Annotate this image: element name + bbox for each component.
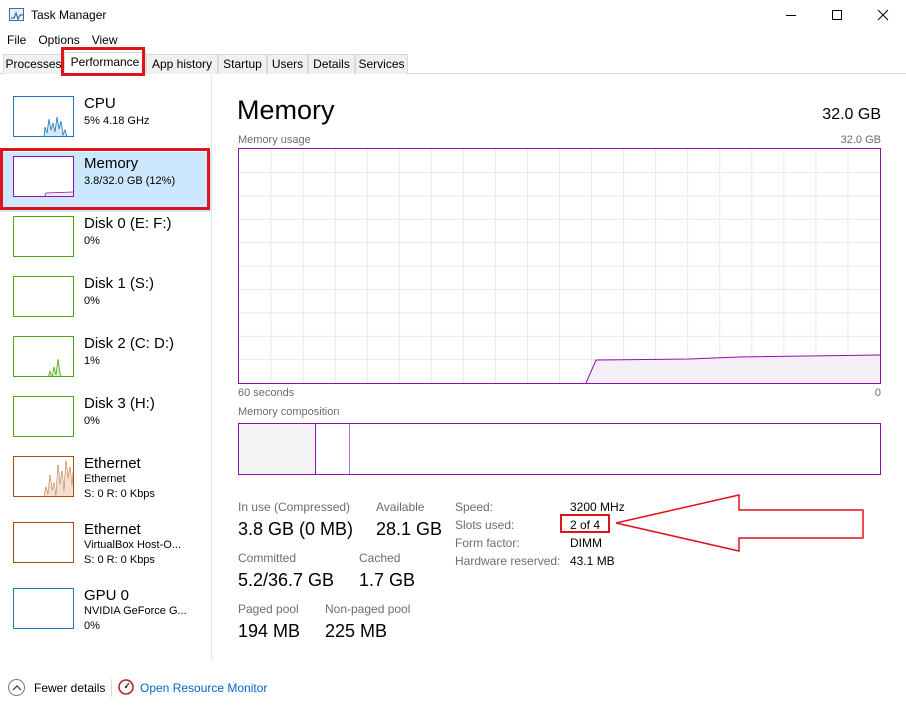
- sidebar-item-label: Ethernet: [84, 455, 141, 472]
- sidebar-item-label: Memory: [84, 155, 139, 172]
- maximize-button[interactable]: [814, 0, 860, 30]
- close-button[interactable]: [860, 0, 906, 30]
- composition-label: Memory composition: [238, 406, 340, 418]
- hardware-reserved-label: Hardware reserved:: [455, 554, 561, 568]
- footer: Fewer details Open Resource Monitor: [0, 676, 906, 700]
- open-resource-monitor-link[interactable]: Open Resource Monitor: [140, 681, 267, 695]
- sidebar-item-disk-0[interactable]: Disk 0 (E: F:) 0%: [0, 212, 211, 272]
- sidebar-item-label: GPU 0: [84, 587, 130, 604]
- maximize-icon: [832, 10, 842, 20]
- form-factor-label: Form factor:: [455, 536, 520, 550]
- sidebar-item-disk-2[interactable]: Disk 2 (C: D:) 1%: [0, 332, 211, 392]
- sidebar-item-disk-3[interactable]: Disk 3 (H:) 0%: [0, 392, 211, 452]
- disk-0-thumbnail: [13, 216, 74, 257]
- menu-bar: File Options View: [0, 30, 906, 50]
- sidebar-item-detail: 0%: [84, 415, 100, 427]
- sidebar-item-detail: Ethernet: [84, 473, 126, 485]
- composition-in-use: [239, 424, 316, 474]
- usage-chart-label: Memory usage: [238, 134, 311, 146]
- memory-total: 32.0 GB: [822, 106, 881, 123]
- sidebar-item-speed: S: 0 R: 0 Kbps: [84, 554, 155, 566]
- usage-chart-max: 32.0 GB: [840, 134, 881, 146]
- paged-pool-value: 194 MB: [238, 621, 301, 641]
- sidebar-item-label: Disk 0 (E: F:): [84, 215, 172, 232]
- available-value: 28.1 GB: [376, 519, 443, 539]
- sidebar-item-cpu[interactable]: CPU 5% 4.18 GHz: [0, 92, 211, 152]
- sidebar-item-detail: NVIDIA GeForce G...: [84, 605, 187, 617]
- footer-divider: [111, 679, 112, 697]
- cached-label: Cached: [359, 551, 401, 565]
- time-axis-end: 0: [874, 387, 881, 399]
- page-title: Memory: [237, 95, 335, 125]
- tab-services[interactable]: Services: [355, 54, 408, 74]
- tab-performance[interactable]: Performance: [64, 52, 146, 75]
- memory-usage-chart: [238, 148, 881, 384]
- sidebar-item-detail: VirtualBox Host-O...: [84, 539, 181, 551]
- ethernet-thumbnail: [13, 456, 74, 497]
- sidebar-item-detail: 0%: [84, 295, 100, 307]
- slots-used-label: Slots used:: [455, 518, 515, 532]
- sidebar-item-detail: 5% 4.18 GHz: [84, 115, 150, 127]
- tab-startup[interactable]: Startup: [218, 54, 267, 74]
- title-bar: Task Manager: [0, 0, 906, 30]
- non-paged-pool-value: 225 MB: [325, 621, 388, 641]
- non-paged-pool-label: Non-paged pool: [325, 602, 411, 616]
- sidebar-item-detail: 0%: [84, 235, 100, 247]
- cached-value: 1.7 GB: [359, 570, 416, 590]
- menu-view[interactable]: View: [86, 30, 124, 50]
- sidebar-item-memory[interactable]: Memory 3.8/32.0 GB (12%): [0, 152, 211, 212]
- speed-label: Speed:: [455, 500, 494, 514]
- gpu-0-thumbnail: [13, 588, 74, 629]
- fewer-details-button[interactable]: Fewer details: [34, 681, 105, 695]
- sidebar-item-speed: S: 0 R: 0 Kbps: [84, 488, 155, 500]
- memory-usage-graph: [239, 149, 880, 383]
- in-use-label: In use (Compressed): [238, 500, 351, 514]
- composition-modified: [316, 424, 350, 474]
- committed-label: Committed: [238, 551, 297, 565]
- tab-app-history[interactable]: App history: [146, 54, 218, 74]
- sidebar-item-ethernet-virtualbox[interactable]: Ethernet VirtualBox Host-O... S: 0 R: 0 …: [0, 518, 211, 578]
- sidebar-item-label: Disk 1 (S:): [84, 275, 155, 292]
- window-title: Task Manager: [31, 8, 107, 22]
- sidebar-item-usage: 0%: [84, 620, 100, 632]
- minimize-icon: [786, 15, 796, 16]
- task-manager-icon: [9, 8, 24, 21]
- disk-3-thumbnail: [13, 396, 74, 437]
- sidebar-item-label: Ethernet: [84, 521, 141, 538]
- memory-composition-bar: [238, 423, 881, 475]
- menu-file[interactable]: File: [0, 30, 32, 50]
- hardware-reserved-value: 43.1 MB: [570, 554, 615, 568]
- disk-2-thumbnail: [13, 336, 74, 377]
- memory-thumbnail: [13, 156, 74, 197]
- sidebar-item-label: Disk 2 (C: D:): [84, 335, 174, 352]
- chevron-up-icon[interactable]: [8, 679, 25, 696]
- paged-pool-label: Paged pool: [238, 602, 299, 616]
- sidebar-item-ethernet[interactable]: Ethernet Ethernet S: 0 R: 0 Kbps: [0, 452, 211, 512]
- cpu-thumbnail: [13, 96, 74, 137]
- committed-value: 5.2/36.7 GB: [238, 570, 335, 590]
- disk-1-thumbnail: [13, 276, 74, 317]
- slots-used-value: 2 of 4: [570, 518, 601, 532]
- tab-bar: Processes Performance App history Startu…: [0, 52, 906, 75]
- sidebar-item-gpu-0[interactable]: GPU 0 NVIDIA GeForce G... 0%: [0, 584, 211, 644]
- tab-users[interactable]: Users: [267, 54, 308, 74]
- sidebar-item-label: CPU: [84, 95, 116, 112]
- time-axis-start: 60 seconds: [238, 387, 295, 399]
- sidebar-item-disk-1[interactable]: Disk 1 (S:) 0%: [0, 272, 211, 332]
- form-factor-value: DIMM: [570, 536, 602, 550]
- resource-list: CPU 5% 4.18 GHz Memory 3.8/32.0 GB (12%)…: [0, 75, 212, 660]
- sidebar-item-detail: 3.8/32.0 GB (12%): [84, 175, 176, 187]
- available-label: Available: [376, 500, 425, 514]
- sidebar-item-label: Disk 3 (H:): [84, 395, 155, 412]
- tab-details[interactable]: Details: [308, 54, 355, 74]
- minimize-button[interactable]: [768, 0, 814, 30]
- ethernet-virtualbox-thumbnail: [13, 522, 74, 563]
- sidebar-item-detail: 1%: [84, 355, 100, 367]
- close-icon: [877, 9, 889, 21]
- in-use-value: 3.8 GB (0 MB): [238, 519, 354, 539]
- menu-options[interactable]: Options: [32, 30, 85, 50]
- tab-processes[interactable]: Processes: [3, 54, 64, 74]
- resource-monitor-icon: [118, 679, 134, 695]
- annotation-arrow-icon: [615, 494, 864, 552]
